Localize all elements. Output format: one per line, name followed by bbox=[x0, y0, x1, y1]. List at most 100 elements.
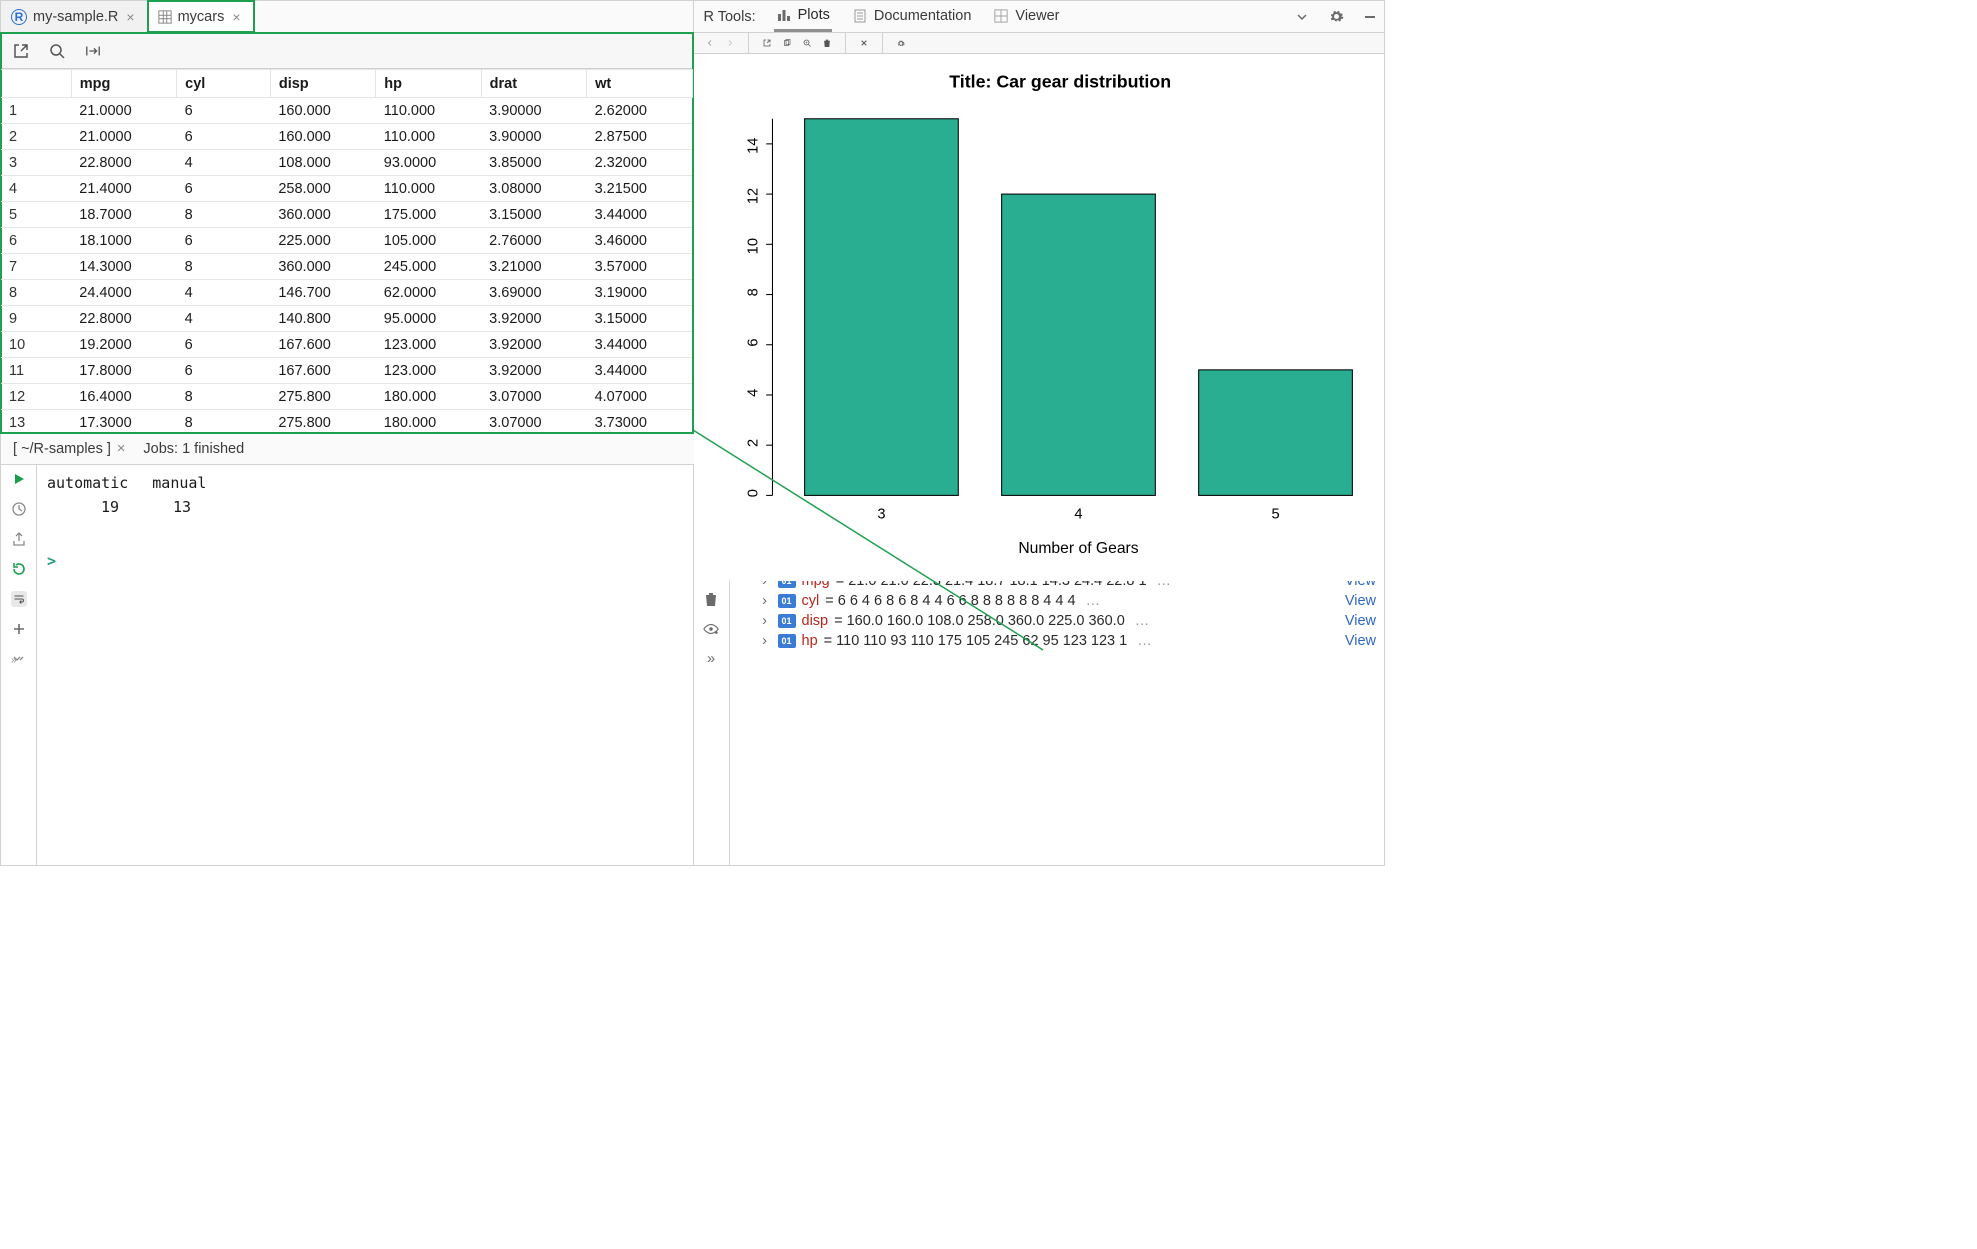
cell-i[interactable]: 13 bbox=[1, 410, 71, 434]
cell-cyl[interactable]: 6 bbox=[177, 358, 271, 384]
col-wt[interactable]: wt bbox=[587, 70, 692, 98]
cell-disp[interactable]: 140.800 bbox=[270, 306, 375, 332]
nav-forward-icon[interactable] bbox=[722, 35, 738, 51]
chevron-down-icon[interactable] bbox=[1294, 9, 1310, 25]
open-external-icon[interactable] bbox=[759, 35, 775, 51]
cell-disp[interactable]: 360.000 bbox=[270, 202, 375, 228]
table-row[interactable]: 824.40004146.70062.00003.690003.19000 bbox=[1, 280, 692, 306]
cell-cyl[interactable]: 8 bbox=[177, 410, 271, 434]
cell-hp[interactable]: 62.0000 bbox=[376, 280, 481, 306]
col-disp[interactable]: disp bbox=[270, 70, 375, 98]
col-drat[interactable]: drat bbox=[481, 70, 586, 98]
cell-mpg[interactable]: 18.1000 bbox=[71, 228, 176, 254]
cell-hp[interactable]: 123.000 bbox=[376, 358, 481, 384]
cell-cyl[interactable]: 8 bbox=[177, 254, 271, 280]
table-row[interactable]: 221.00006160.000110.0003.900002.87500 bbox=[1, 124, 692, 150]
cell-mpg[interactable]: 21.0000 bbox=[71, 124, 176, 150]
cell-disp[interactable]: 108.000 bbox=[270, 150, 375, 176]
table-row[interactable]: 1317.30008275.800180.0003.070003.73000 bbox=[1, 410, 692, 434]
env-var-disp[interactable]: › 01 disp = 160.0 160.0 108.0 258.0 360.… bbox=[730, 611, 1385, 631]
visibility-icon[interactable] bbox=[703, 621, 719, 637]
close-icon[interactable] bbox=[856, 35, 872, 51]
search-icon[interactable] bbox=[49, 43, 65, 59]
table-row[interactable]: 421.40006258.000110.0003.080003.21500 bbox=[1, 176, 692, 202]
cell-i[interactable]: 11 bbox=[1, 358, 71, 384]
cell-wt[interactable]: 3.21500 bbox=[587, 176, 692, 202]
table-row[interactable]: 322.80004108.00093.00003.850002.32000 bbox=[1, 150, 692, 176]
cell-cyl[interactable]: 4 bbox=[177, 306, 271, 332]
trash-icon[interactable] bbox=[819, 35, 835, 51]
col-cyl[interactable]: cyl bbox=[177, 70, 271, 98]
cell-drat[interactable]: 3.07000 bbox=[481, 384, 586, 410]
cell-wt[interactable]: 3.44000 bbox=[587, 358, 692, 384]
cell-drat[interactable]: 3.07000 bbox=[481, 410, 586, 434]
cell-i[interactable]: 9 bbox=[1, 306, 71, 332]
cell-mpg[interactable]: 22.8000 bbox=[71, 150, 176, 176]
cell-cyl[interactable]: 4 bbox=[177, 150, 271, 176]
cell-wt[interactable]: 3.15000 bbox=[587, 306, 692, 332]
cell-drat[interactable]: 3.21000 bbox=[481, 254, 586, 280]
cell-mpg[interactable]: 22.8000 bbox=[71, 306, 176, 332]
table-row[interactable]: 121.00006160.000110.0003.900002.62000 bbox=[1, 98, 692, 124]
console-tab[interactable]: [ ~/R-samples ] × bbox=[13, 441, 125, 457]
cell-hp[interactable]: 180.000 bbox=[376, 384, 481, 410]
gear-icon[interactable] bbox=[1328, 9, 1344, 25]
cell-drat[interactable]: 2.76000 bbox=[481, 228, 586, 254]
cell-wt[interactable]: 3.57000 bbox=[587, 254, 692, 280]
cell-disp[interactable]: 275.800 bbox=[270, 384, 375, 410]
cell-hp[interactable]: 93.0000 bbox=[376, 150, 481, 176]
cell-disp[interactable]: 160.000 bbox=[270, 98, 375, 124]
cell-mpg[interactable]: 14.3000 bbox=[71, 254, 176, 280]
env-var-hp[interactable]: › 01 hp = 110 110 93 110 175 105 245 62 … bbox=[730, 631, 1385, 651]
add-icon[interactable] bbox=[11, 621, 27, 637]
table-row[interactable]: 1216.40008275.800180.0003.070004.07000 bbox=[1, 384, 692, 410]
cell-cyl[interactable]: 6 bbox=[177, 98, 271, 124]
cell-disp[interactable]: 275.800 bbox=[270, 410, 375, 434]
copy-icon[interactable] bbox=[779, 35, 795, 51]
cell-wt[interactable]: 3.44000 bbox=[587, 332, 692, 358]
cell-wt[interactable]: 4.07000 bbox=[587, 384, 692, 410]
cell-i[interactable]: 12 bbox=[1, 384, 71, 410]
cell-i[interactable]: 6 bbox=[1, 228, 71, 254]
cell-wt[interactable]: 3.19000 bbox=[587, 280, 692, 306]
rtab-plots[interactable]: Plots bbox=[774, 1, 832, 32]
cell-hp[interactable]: 110.000 bbox=[376, 124, 481, 150]
gear-icon[interactable] bbox=[893, 35, 909, 51]
cell-hp[interactable]: 175.000 bbox=[376, 202, 481, 228]
cell-mpg[interactable]: 21.4000 bbox=[71, 176, 176, 202]
tab-my-sample-r[interactable]: R my-sample.R × bbox=[1, 1, 148, 32]
trash-icon[interactable] bbox=[703, 591, 719, 607]
cell-mpg[interactable]: 16.4000 bbox=[71, 384, 176, 410]
cell-drat[interactable]: 3.85000 bbox=[481, 150, 586, 176]
cell-hp[interactable]: 245.000 bbox=[376, 254, 481, 280]
cell-wt[interactable]: 2.62000 bbox=[587, 98, 692, 124]
cell-drat[interactable]: 3.92000 bbox=[481, 358, 586, 384]
more-icon[interactable]: » bbox=[11, 651, 27, 667]
cell-cyl[interactable]: 4 bbox=[177, 280, 271, 306]
col-index[interactable] bbox=[1, 70, 71, 98]
cell-disp[interactable]: 167.600 bbox=[270, 332, 375, 358]
data-table[interactable]: mpg cyl disp hp drat wt 121.00006160.000… bbox=[1, 69, 693, 433]
cell-i[interactable]: 4 bbox=[1, 176, 71, 202]
env-view-link[interactable]: View bbox=[1337, 613, 1376, 629]
jobs-tab[interactable]: Jobs: 1 finished bbox=[143, 441, 244, 457]
close-icon[interactable]: × bbox=[124, 9, 136, 25]
restart-icon[interactable] bbox=[11, 561, 27, 577]
cell-i[interactable]: 7 bbox=[1, 254, 71, 280]
cell-disp[interactable]: 258.000 bbox=[270, 176, 375, 202]
cell-wt[interactable]: 3.73000 bbox=[587, 410, 692, 434]
cell-i[interactable]: 8 bbox=[1, 280, 71, 306]
export-icon[interactable] bbox=[11, 531, 27, 547]
cell-wt[interactable]: 2.87500 bbox=[587, 124, 692, 150]
cell-drat[interactable]: 3.92000 bbox=[481, 306, 586, 332]
rtab-documentation[interactable]: Documentation bbox=[850, 1, 974, 32]
cell-cyl[interactable]: 6 bbox=[177, 332, 271, 358]
cell-disp[interactable]: 225.000 bbox=[270, 228, 375, 254]
cell-hp[interactable]: 95.0000 bbox=[376, 306, 481, 332]
cell-mpg[interactable]: 17.3000 bbox=[71, 410, 176, 434]
cell-hp[interactable]: 110.000 bbox=[376, 176, 481, 202]
cell-mpg[interactable]: 21.0000 bbox=[71, 98, 176, 124]
cell-cyl[interactable]: 8 bbox=[177, 202, 271, 228]
soft-wrap-icon[interactable] bbox=[11, 591, 27, 607]
table-row[interactable]: 1019.20006167.600123.0003.920003.44000 bbox=[1, 332, 692, 358]
